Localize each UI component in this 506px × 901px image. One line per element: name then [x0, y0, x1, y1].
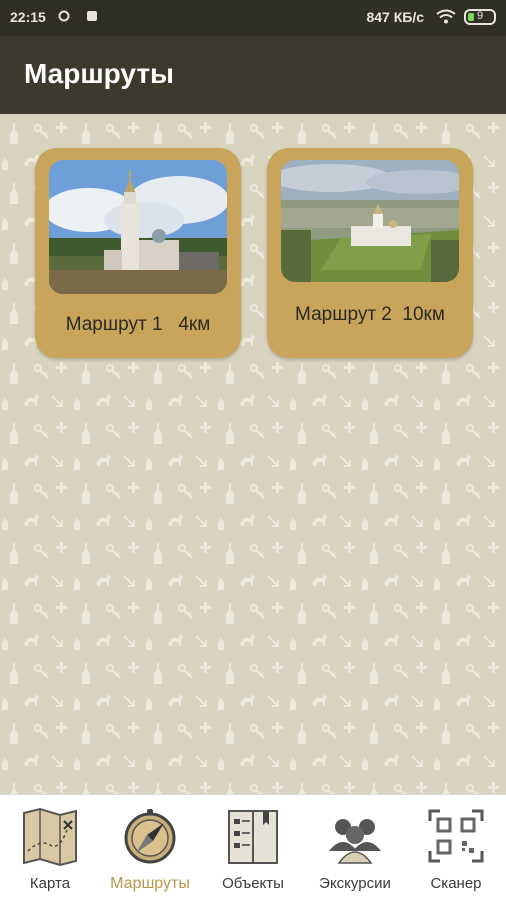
tab-objects-label: Объекты — [222, 875, 284, 892]
qr-scanner-icon — [428, 809, 484, 863]
tab-routes[interactable]: Маршруты — [100, 795, 200, 901]
tab-scanner[interactable]: Сканер — [406, 795, 506, 901]
group-icon — [329, 819, 381, 864]
battery-level: 9 — [476, 10, 484, 22]
tab-routes-label: Маршруты — [110, 875, 190, 892]
tab-scanner-label: Сканер — [430, 875, 482, 892]
battery-icon: 9 — [464, 9, 496, 25]
compass-icon — [124, 809, 176, 864]
network-speed: 847 КБ/с — [366, 9, 424, 25]
settings-icon — [58, 10, 70, 22]
routes-list: Маршрут 1 4км Маршрут 2 10км — [0, 114, 506, 794]
status-time: 22:15 — [10, 9, 46, 25]
route-card-2[interactable]: Маршрут 2 10км — [267, 148, 473, 358]
app-bar: Маршруты — [0, 36, 506, 114]
tab-excursions-label: Экскурсии — [319, 875, 391, 892]
route-2-photo — [281, 160, 459, 282]
route-card-1[interactable]: Маршрут 1 4км — [35, 148, 241, 358]
status-bar: 22:15 847 КБ/с 9 — [0, 0, 506, 36]
tab-excursions[interactable]: Экскурсии — [305, 795, 405, 901]
tab-objects[interactable]: Объекты — [203, 795, 303, 901]
bottom-navigation: Карта Маршруты Объекты Экскурсии Сканер — [0, 794, 506, 901]
notification-icon — [87, 11, 97, 21]
route-2-label: Маршрут 2 10км — [295, 304, 445, 325]
book-icon — [228, 810, 278, 864]
page-title: Маршруты — [24, 58, 174, 89]
tab-map[interactable]: Карта — [0, 795, 100, 901]
map-icon — [23, 807, 77, 867]
route-1-label: Маршрут 1 4км — [65, 314, 211, 335]
route-1-photo — [49, 160, 227, 294]
tab-map-label: Карта — [29, 875, 71, 892]
wifi-icon — [436, 9, 456, 24]
